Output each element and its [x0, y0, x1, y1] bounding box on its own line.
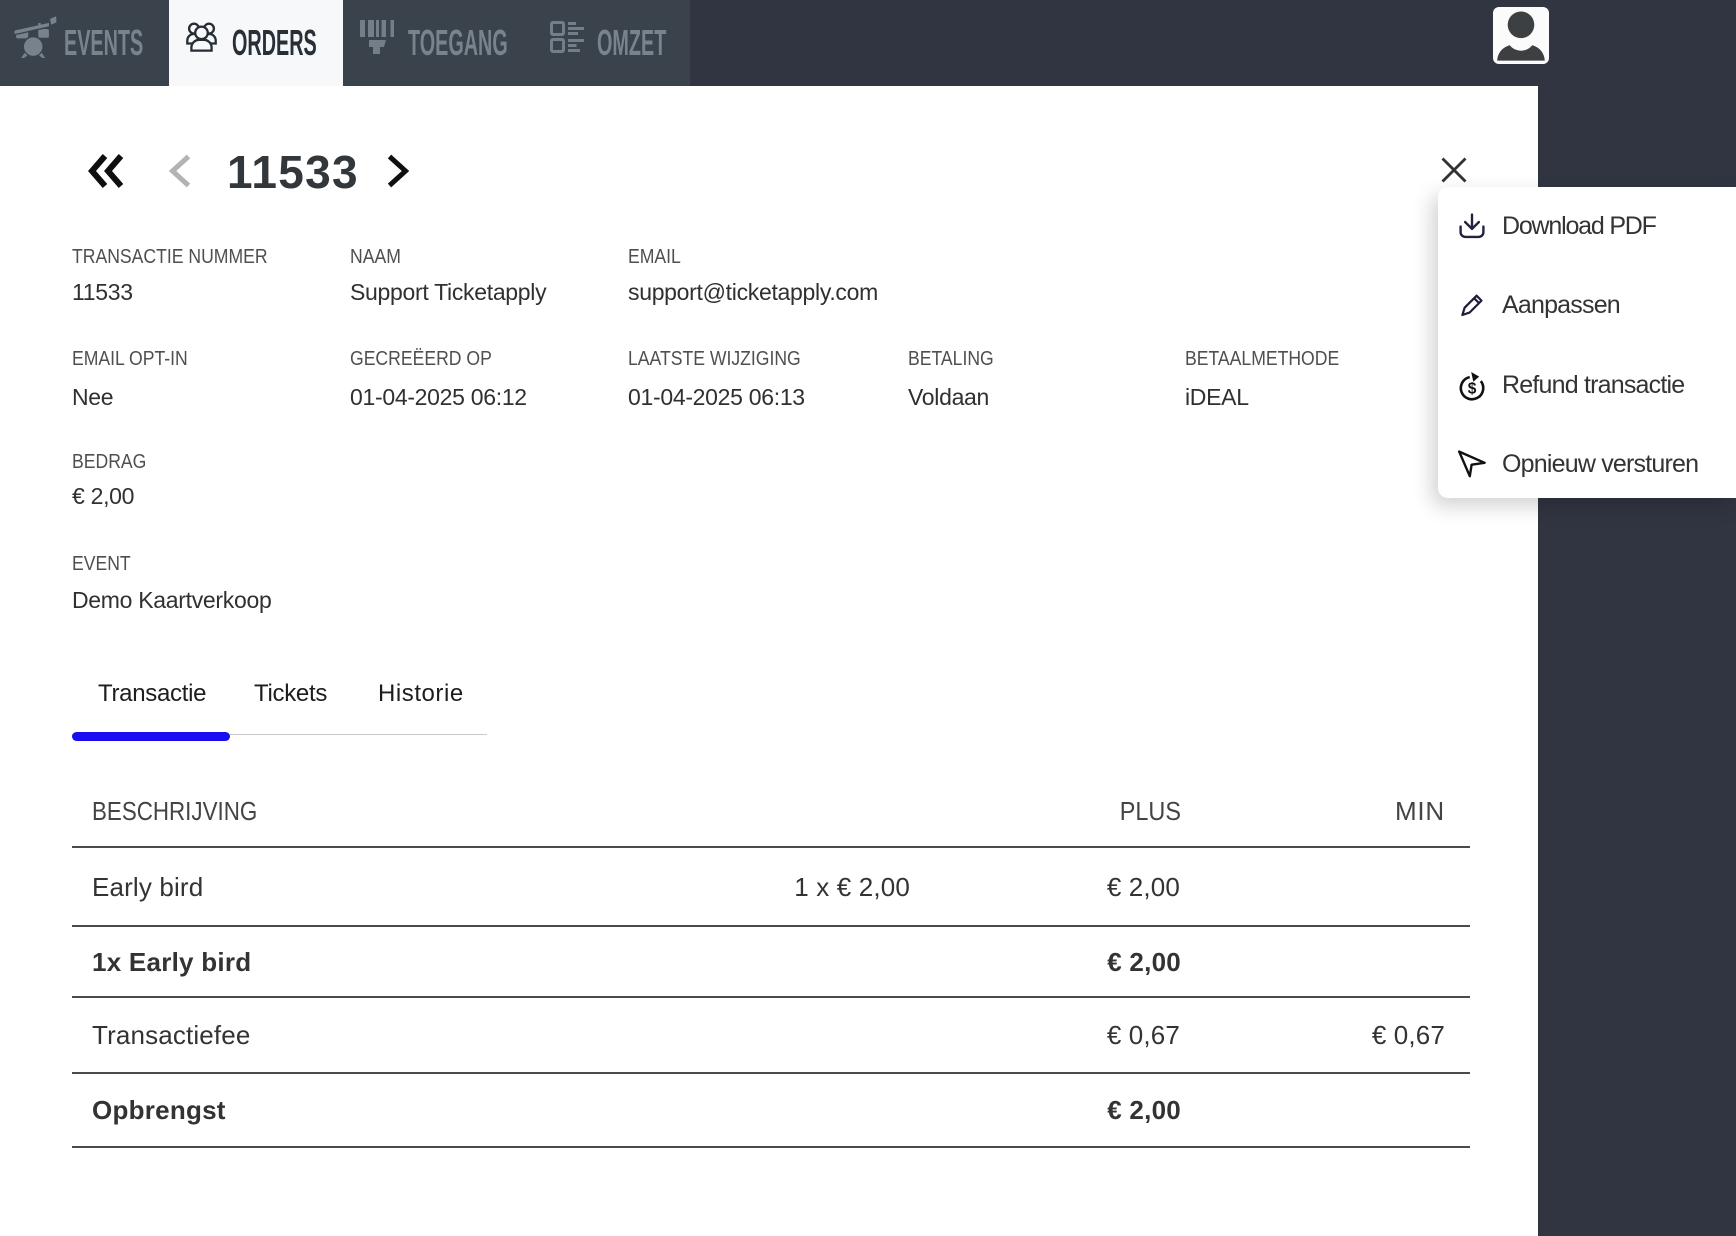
- svg-text:$: $: [1468, 381, 1477, 398]
